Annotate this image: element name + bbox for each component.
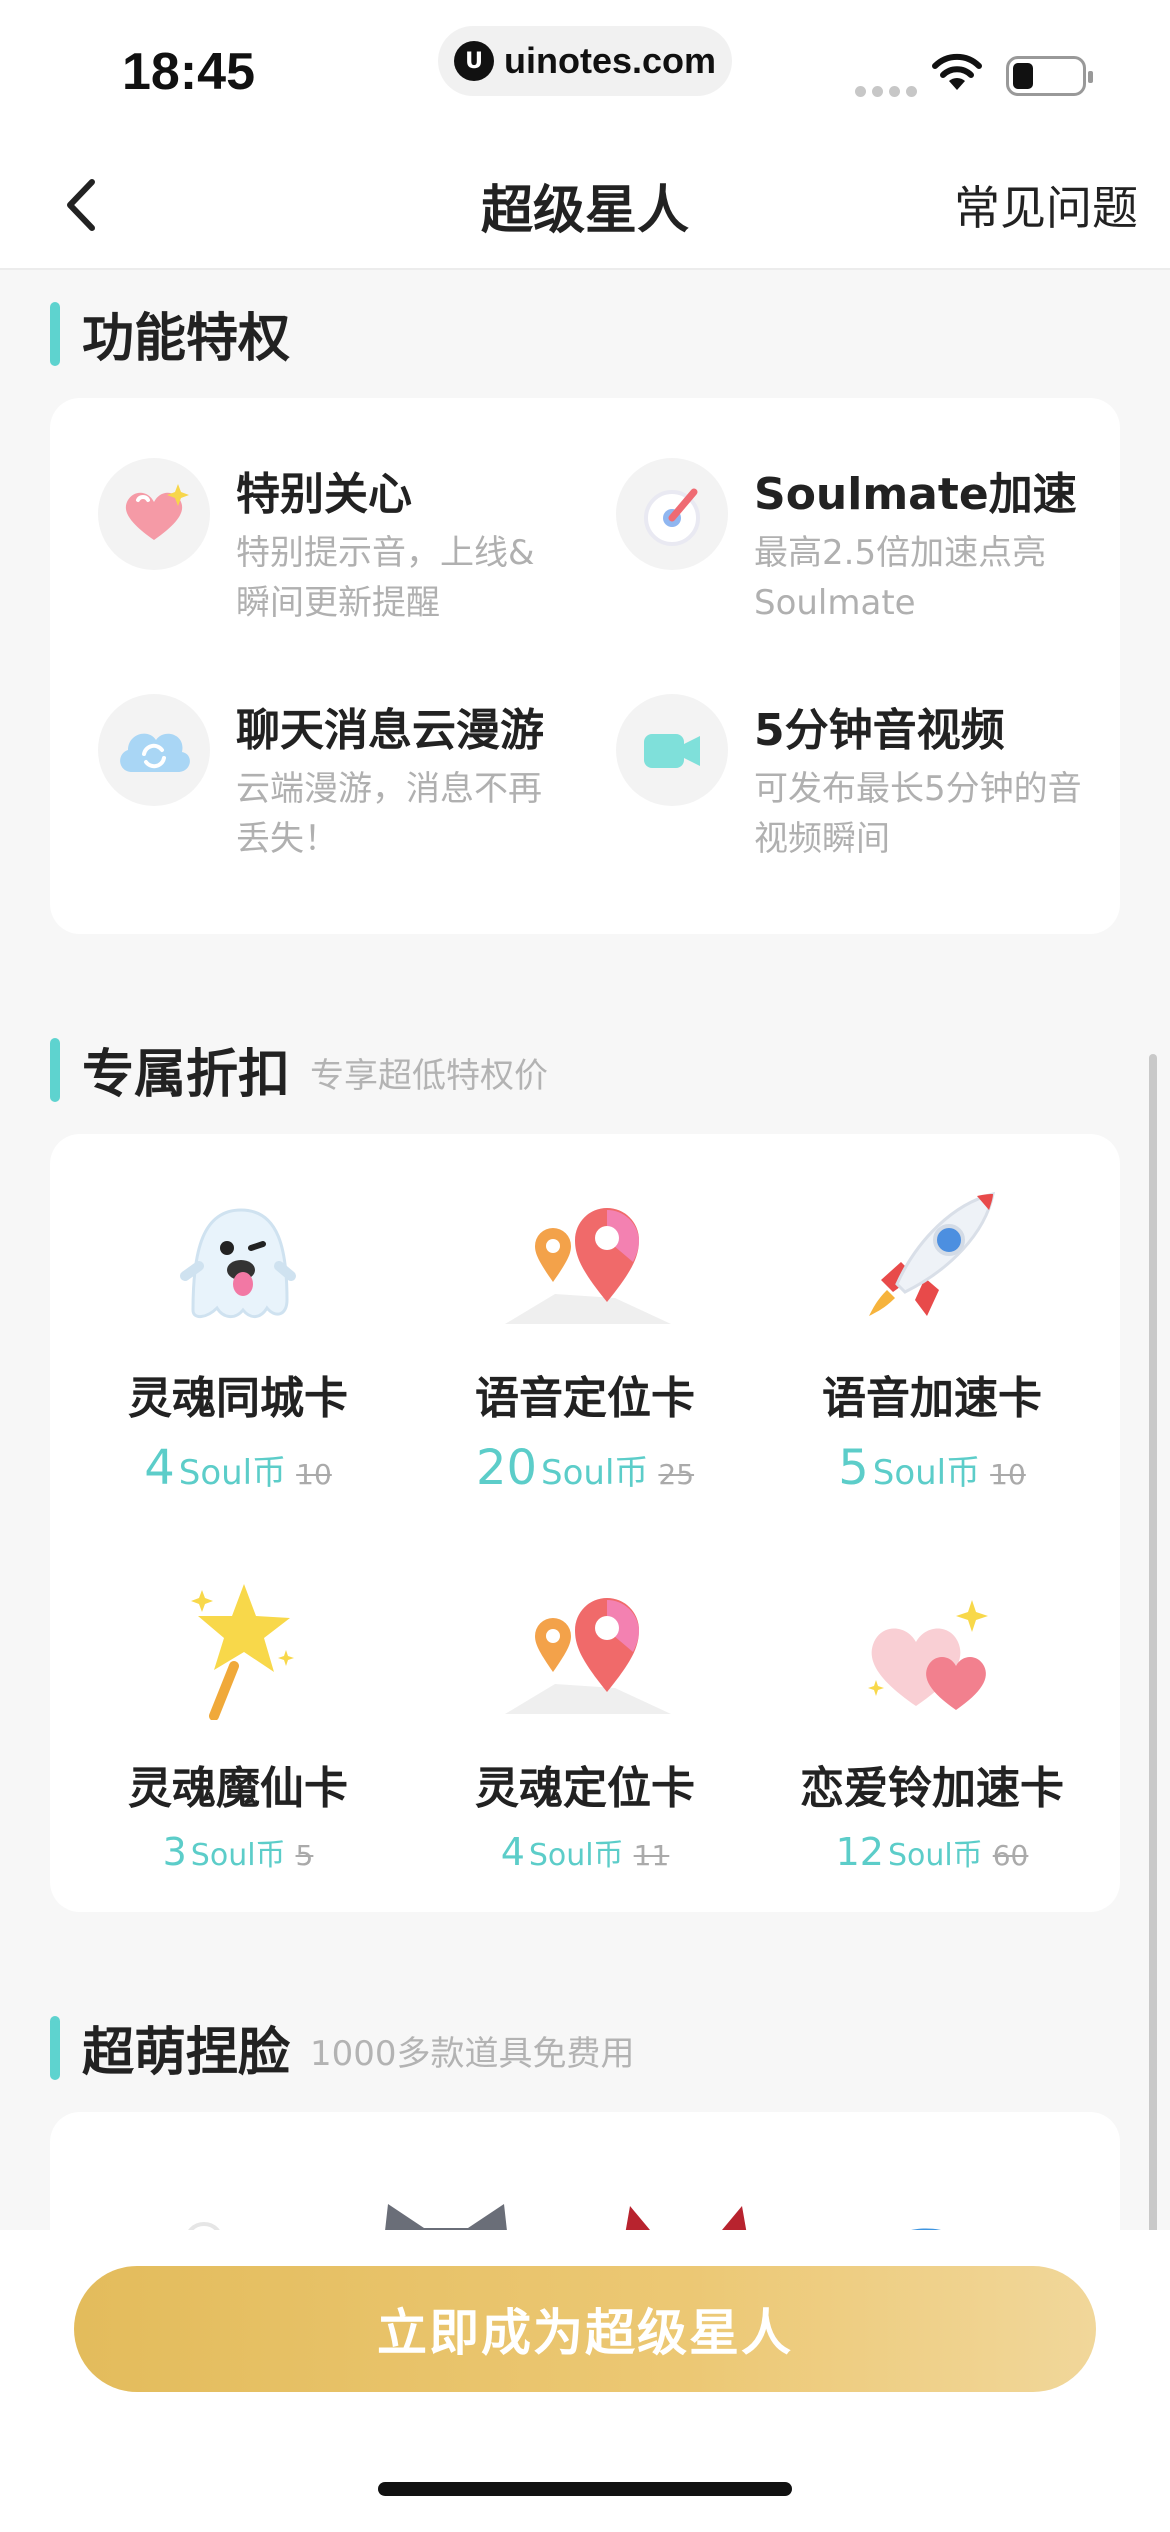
original-price: 10 [296,1458,332,1491]
feature-item[interactable]: 5分钟音视频 可发布最长5分钟的音视频瞬间 [568,634,1082,859]
price-unit: Soul币 [528,1838,624,1873]
feature-item[interactable]: 特别关心 特别提示音，上线&瞬间更新提醒 [50,398,550,623]
feature-desc: 可发布最长5分钟的音视频瞬间 [754,769,1082,859]
bottom-bar: 立即成为超级星人 [0,2230,1170,2532]
nav-bar: 超级星人 常见问题 [0,140,1170,270]
price-unit: Soul币 [178,1453,287,1493]
video-icon [616,694,728,806]
home-indicator[interactable] [378,2482,792,2496]
cellular-signal-icon [855,86,917,97]
become-super-star-button[interactable]: 立即成为超级星人 [74,2266,1096,2392]
section-accent-bar [50,2015,60,2080]
scrollbar[interactable] [1149,1054,1157,2344]
item-name: 恋爱铃加速卡 [800,1763,1064,1814]
section-title: 超萌捏脸 [82,2023,291,2083]
speed-gauge-icon [616,458,728,570]
discount-section-header: 专属折扣 专享超低特权价 [50,1032,548,1107]
item-price: 12 Soul币 60 [762,1830,1102,1874]
discount-item[interactable]: 灵魂魔仙卡 3 Soul币 5 [68,1570,408,1874]
discount-item[interactable]: 灵魂同城卡 4 Soul币 10 [68,1180,408,1496]
status-time: 18:45 [122,43,255,101]
feature-title: Soulmate加速 [754,469,1077,520]
location-pin-icon [505,1208,671,1324]
price-value: 4 [144,1440,175,1496]
ghost-icon [180,1208,296,1318]
feature-item[interactable]: 聊天消息云漫游 云端漫游，消息不再丢失！ [50,634,550,859]
battery-icon [1006,56,1093,96]
price-value: 4 [500,1830,525,1874]
original-price: 5 [295,1839,314,1872]
item-name: 灵魂定位卡 [475,1763,695,1814]
features-card: 特别关心 特别提示音，上线&瞬间更新提醒 Soulmate加速 最高2.5倍加速… [50,398,1120,934]
item-name: 语音加速卡 [822,1373,1042,1424]
feature-desc: 云端漫游，消息不再丢失！ [236,769,542,859]
discount-item[interactable]: 恋爱铃加速卡 12 Soul币 60 [762,1570,1102,1874]
section-title: 功能特权 [82,309,291,369]
price-unit: Soul币 [541,1453,649,1493]
item-price: 5 Soul币 10 [762,1440,1102,1496]
original-price: 10 [990,1458,1026,1491]
discount-item[interactable]: 语音加速卡 5 Soul币 10 [762,1180,1102,1496]
original-price: 25 [658,1458,695,1491]
section-subtitle: 专享超低特权价 [310,1056,549,1096]
item-name: 灵魂魔仙卡 [128,1763,348,1814]
feature-title: 5分钟音视频 [754,705,1005,756]
location-pin-icon [505,1598,671,1714]
section-accent-bar [50,1037,60,1102]
status-bar: 18:45 U uinotes.com [0,0,1170,140]
faq-link[interactable]: 常见问题 [954,172,1138,238]
features-section-header: 功能特权 [50,296,290,371]
hearts-icon [868,1600,988,1710]
magic-wand-icon [191,1584,294,1720]
section-accent-bar [50,301,60,366]
url-text: uinotes.com [504,40,717,81]
wifi-icon [932,53,982,90]
original-price: 60 [992,1839,1029,1872]
url-pill[interactable]: U uinotes.com [438,26,732,96]
feature-title: 特别关心 [236,469,412,520]
cloud-sync-icon [98,694,210,806]
item-price: 4 Soul币 10 [68,1440,408,1496]
item-price: 20 Soul币 25 [415,1440,755,1496]
price-value: 20 [475,1440,538,1496]
faces-section-header: 超萌捏脸 1000多款道具免费用 [50,2010,635,2085]
discount-item[interactable]: 语音定位卡 20 Soul币 25 [415,1180,755,1496]
heart-icon [98,458,210,570]
price-value: 3 [162,1830,187,1874]
price-unit: Soul币 [872,1453,981,1493]
price-value: 5 [838,1440,869,1496]
original-price: 11 [633,1839,670,1872]
discount-item[interactable]: 灵魂定位卡 4 Soul币 11 [415,1570,755,1874]
price-unit: Soul币 [190,1838,286,1873]
section-subtitle: 1000多款道具免费用 [310,2034,635,2074]
discount-card: 灵魂同城卡 4 Soul币 10 语音定位卡 20 Soul币 25 语音加速卡… [50,1134,1120,1912]
feature-item[interactable]: Soulmate加速 最高2.5倍加速点亮Soulmate [568,398,1077,623]
rocket-icon [869,1191,995,1316]
item-price: 4 Soul币 11 [415,1830,755,1874]
site-logo-icon: U [454,41,494,81]
section-title: 专属折扣 [82,1045,291,1105]
item-name: 语音定位卡 [475,1373,695,1424]
item-name: 灵魂同城卡 [128,1373,348,1424]
feature-title: 聊天消息云漫游 [236,705,544,756]
feature-desc: 特别提示音，上线&瞬间更新提醒 [236,533,535,623]
price-unit: Soul币 [887,1838,983,1873]
feature-desc: 最高2.5倍加速点亮Soulmate [754,533,1047,623]
item-price: 3 Soul币 5 [68,1830,408,1874]
price-value: 12 [835,1830,884,1874]
